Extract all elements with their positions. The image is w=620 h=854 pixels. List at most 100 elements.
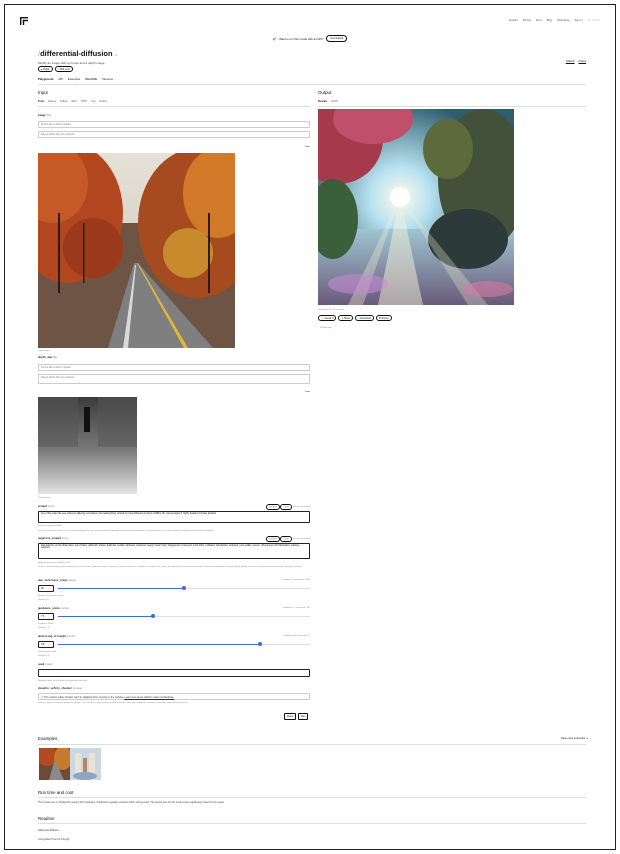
report-button[interactable]: ⚑ Report bbox=[375, 315, 392, 321]
image-clear-button[interactable]: Clear bbox=[290, 146, 310, 148]
seed-help: Random seed. Leave blank to randomize th… bbox=[38, 680, 87, 682]
subtab-nodejs[interactable]: Node.js bbox=[48, 100, 56, 103]
guidance-input[interactable]: 7.5 bbox=[38, 613, 54, 620]
get-started-button[interactable]: Get started bbox=[326, 35, 348, 42]
seed-field-label: seed integer bbox=[38, 663, 53, 666]
depth-map-preview bbox=[38, 397, 137, 494]
prompt-textarea[interactable]: tree of life under the sea, ethereal, gl… bbox=[38, 511, 310, 523]
nav-changelog[interactable]: Changelog bbox=[557, 19, 570, 22]
denoise-slider[interactable] bbox=[58, 642, 310, 647]
denoise-range: (minimum: 0, maximum: 1) bbox=[284, 635, 310, 637]
denoise-field-label: denoising_strength number bbox=[38, 635, 76, 638]
readme-heading: Readme bbox=[38, 816, 55, 821]
tab-versions[interactable]: Versions bbox=[102, 77, 113, 81]
subtab-http[interactable]: HTTP bbox=[81, 100, 87, 103]
safety-notice: ⓘ This model's safety checker can't be d… bbox=[38, 693, 310, 700]
model-name: differential-diffusion bbox=[40, 49, 113, 58]
subtab-preview[interactable]: Preview bbox=[318, 100, 327, 103]
tab-playground[interactable]: Playground bbox=[38, 77, 53, 81]
run-button[interactable]: Run bbox=[298, 713, 309, 720]
lock-icon: ⊘ bbox=[114, 53, 118, 57]
readme-line: Giving Each Pixel Its Strength bbox=[38, 838, 70, 841]
generated-time: Generated in 7.93 seconds bbox=[318, 309, 345, 311]
prompt-default: Default: "tree of life under the sea, et… bbox=[38, 530, 215, 532]
prompt-clear-button[interactable]: Clear bbox=[280, 503, 292, 510]
subtabs-divider bbox=[38, 106, 310, 107]
image-dropzone[interactable]: Drop a file or click to upload bbox=[38, 121, 310, 128]
readme-line: Differential Diffusion bbox=[38, 829, 60, 832]
show-logs-toggle[interactable]: ▸ Show logs bbox=[320, 326, 332, 329]
tab-api[interactable]: API bbox=[58, 77, 63, 81]
negative-field-label: negative_prompt string bbox=[38, 537, 69, 540]
nav-explore[interactable]: Explore bbox=[509, 19, 518, 22]
output-subtabs: Preview JSON bbox=[318, 100, 337, 103]
nav-pricing[interactable]: Pricing bbox=[523, 19, 531, 22]
runs-badge: ⏱ 60K runs bbox=[54, 66, 73, 72]
subtab-json[interactable]: JSON bbox=[331, 100, 337, 103]
negative-default-button[interactable]: Default bbox=[265, 535, 280, 542]
output-heading: Output bbox=[318, 90, 332, 95]
runtime-text: This model runs on Nvidia A40 (Large) GP… bbox=[38, 801, 225, 804]
view-more-examples-link[interactable]: View more examples ➜ bbox=[540, 737, 588, 740]
guidance-range: (minimum: 0, maximum: 20) bbox=[282, 607, 310, 609]
example-thumbnail[interactable] bbox=[70, 748, 101, 780]
prompt-help: Prompt to guide the edit bbox=[38, 525, 62, 527]
seed-input[interactable] bbox=[38, 669, 310, 677]
github-link[interactable]: GitHub bbox=[566, 59, 575, 63]
denoise-help: Denoising strength bbox=[38, 651, 57, 653]
guidance-default: Default: 7.5 bbox=[38, 627, 50, 629]
safety-learn-more-link[interactable]: Learn more about platform safety on Repl… bbox=[124, 696, 174, 699]
safety-help: Disable safety checker for generated ima… bbox=[38, 702, 188, 704]
readme-divider bbox=[38, 823, 586, 824]
example-thumbnail[interactable] bbox=[39, 748, 72, 780]
depth-clear-button[interactable]: Clear bbox=[290, 391, 310, 393]
subtab-form[interactable]: Form bbox=[38, 100, 44, 103]
tweak-button[interactable]: ⚡ Tweak it bbox=[318, 315, 337, 321]
reset-button[interactable]: Reset bbox=[284, 713, 297, 720]
model-links: GitHub Paper bbox=[566, 59, 586, 63]
safety-field-label: disable_safety_checker boolean bbox=[38, 687, 83, 690]
prompt-default-button[interactable]: Default bbox=[265, 503, 280, 510]
examples-divider bbox=[38, 744, 586, 745]
subtab-python[interactable]: Python bbox=[60, 100, 67, 103]
replicate-logo[interactable] bbox=[20, 17, 28, 25]
steps-field-label: num_inference_steps integer bbox=[38, 579, 77, 582]
download-button[interactable]: ⤓ Download bbox=[355, 315, 374, 321]
nav-docs[interactable]: Docs bbox=[536, 19, 542, 22]
guidance-help: Guidance Scale bbox=[38, 623, 54, 625]
negative-textarea[interactable]: bad anatomy, poorly drawn face, out of f… bbox=[38, 543, 310, 559]
paper-link[interactable]: Paper bbox=[579, 59, 586, 63]
share-button[interactable]: ⇪ Share bbox=[338, 315, 354, 321]
model-description: Modify an image with a prompt and a dept… bbox=[38, 61, 105, 65]
image-field-label: image *file bbox=[38, 114, 51, 117]
subtab-cog[interactable]: Cog bbox=[91, 100, 95, 103]
guidance-slider[interactable] bbox=[58, 614, 310, 619]
arrow-icon: ➜ bbox=[585, 737, 588, 740]
rocket-icon: 🚀 bbox=[272, 36, 277, 41]
subtab-docker[interactable]: Docker bbox=[99, 100, 107, 103]
image-webcam-button[interactable]: Take a photo with your webcam bbox=[38, 131, 310, 138]
model-tabs: Playground API Examples README Versions bbox=[38, 77, 113, 81]
steps-input[interactable]: 50 bbox=[38, 585, 54, 592]
nav-try-free[interactable]: Try for free bbox=[587, 19, 600, 22]
denoise-input[interactable]: 0.8 bbox=[38, 641, 54, 648]
prompt-controls: Default Clear ⌘ Enter to submit bbox=[255, 503, 310, 510]
depth-webcam-button[interactable]: Take a photo with your webcam bbox=[38, 374, 310, 384]
steps-slider[interactable] bbox=[58, 586, 310, 591]
negative-submit-note: ⌘ Enter to submit bbox=[292, 538, 310, 540]
model-badges: ● Public ⏱ 60K runs bbox=[38, 66, 73, 72]
depth-help: Change map bbox=[38, 497, 51, 499]
negative-controls: Default Clear ⌘ Enter to submit bbox=[255, 535, 310, 542]
example-thumbnails bbox=[39, 748, 101, 780]
runtime-divider bbox=[38, 797, 586, 798]
output-image-preview bbox=[318, 109, 514, 305]
negative-clear-button[interactable]: Clear bbox=[280, 535, 292, 542]
tab-readme[interactable]: README bbox=[85, 77, 97, 81]
nav-sign-in[interactable]: Sign in bbox=[574, 19, 582, 22]
banner-text: Want to run this model with an API? bbox=[279, 36, 324, 41]
nav-blog[interactable]: Blog bbox=[547, 19, 552, 22]
subtab-elixir[interactable]: Elixir bbox=[72, 100, 77, 103]
tab-examples[interactable]: Examples bbox=[68, 77, 80, 81]
denoise-default: Default: 0.8 bbox=[38, 655, 50, 657]
depth-dropzone[interactable]: Drop a file or click to upload bbox=[38, 364, 310, 371]
